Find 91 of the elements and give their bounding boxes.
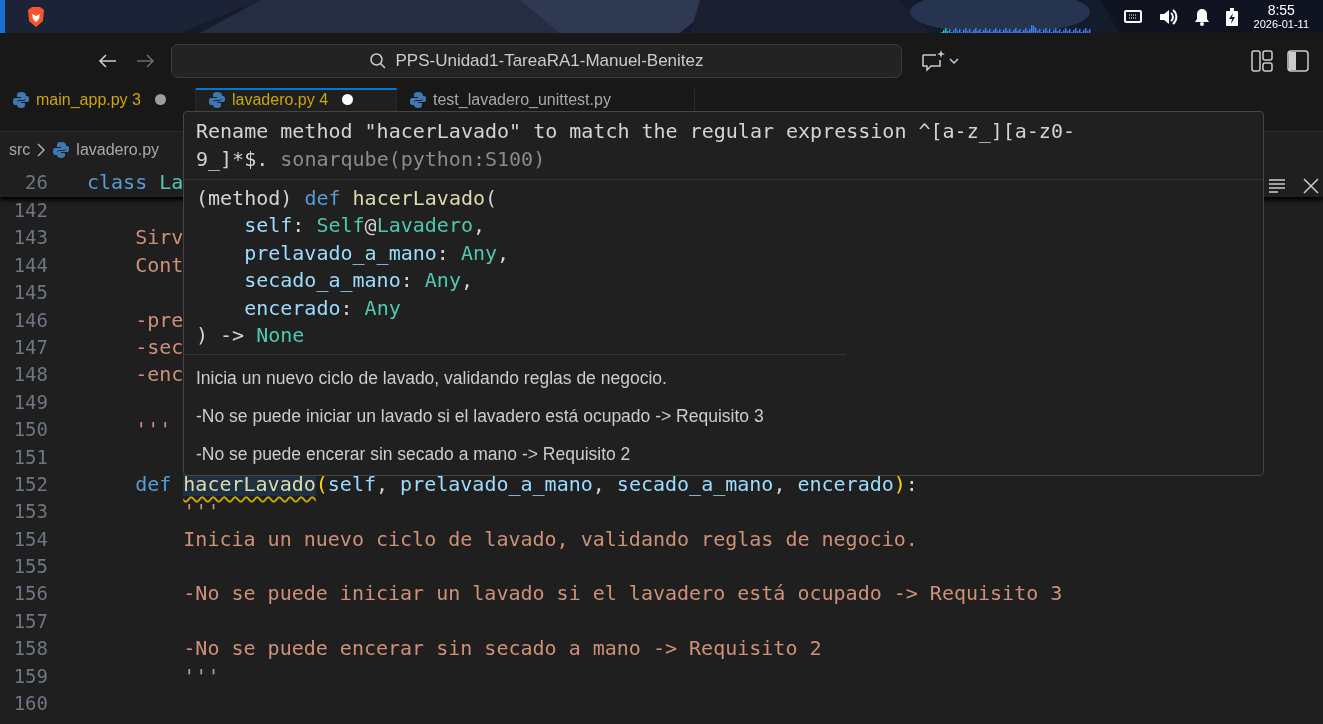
code-token: Any: [460, 239, 498, 267]
code-token: ,: [460, 267, 473, 295]
lion-logo[interactable]: [26, 5, 46, 28]
code-token: prelavado_a_mano: [400, 471, 593, 496]
code-token: (: [485, 185, 498, 212]
line-number: 159: [12, 663, 48, 689]
code-token: None: [256, 321, 305, 349]
code-token: self: [243, 212, 293, 240]
code-token: -sec: [134, 334, 184, 359]
volume-icon[interactable]: [1157, 7, 1178, 26]
close-icon[interactable]: [1301, 176, 1321, 196]
line-number: 158: [12, 636, 48, 662]
line-number: 144: [12, 252, 48, 278]
code-token: Any: [424, 267, 461, 295]
code-token: ,: [497, 239, 510, 267]
code-token: ,: [376, 471, 390, 496]
code-token: -No se puede iniciar un lavado si el lavadero está ocupado -> Requisito 3: [182, 581, 1063, 606]
code-token: ,: [773, 471, 787, 496]
search-icon: [369, 51, 388, 70]
doc-paragraph: -No se puede iniciar un lavado si el lavadero está ocupado -> Requisito 3: [196, 405, 765, 429]
search-field[interactable]: PPS-Unidad1-TareaRA1-Manuel-Benitez: [171, 43, 902, 78]
code-token: def: [304, 185, 342, 212]
code-token: hacerLavado: [352, 185, 485, 212]
file-icon: [52, 141, 71, 159]
code-token: La: [159, 169, 184, 194]
code-token: :: [905, 471, 918, 496]
line-number: 148: [12, 362, 48, 388]
notification-icon[interactable]: [1193, 7, 1210, 26]
code-token: ): [893, 471, 906, 496]
code-token: -enc: [134, 362, 184, 387]
clock-time[interactable]: 8:55: [1267, 3, 1295, 17]
line-number: 26: [24, 169, 48, 195]
code-token: self: [327, 471, 376, 496]
code-token: ''': [134, 417, 172, 442]
code-token: Inicia un nuevo ciclo de lavado, validando reglas de negocio.: [182, 526, 918, 551]
line-number: 150: [12, 417, 48, 443]
breadcrumb-item[interactable]: lavadero.py: [76, 138, 160, 162]
sidebar-toggle-icon[interactable]: [1287, 49, 1309, 72]
code-token: ,: [592, 471, 606, 496]
code-token: Any: [364, 294, 401, 322]
breadcrumb-item[interactable]: src: [9, 138, 31, 162]
code-token: :: [292, 212, 306, 240]
line-number: 155: [12, 554, 48, 580]
line-number: 160: [12, 691, 48, 717]
code-token: :: [400, 267, 414, 295]
doc-paragraph: -No se puede encerar sin secado a mano -> Requisito 2: [196, 443, 632, 467]
code-token: -pre: [134, 307, 184, 332]
lines-icon[interactable]: [1267, 176, 1287, 196]
line-number: 145: [12, 280, 48, 306]
file-icon: [208, 91, 226, 109]
code-token: encerado: [797, 471, 894, 496]
line-number: 142: [12, 198, 48, 223]
file-icon: [409, 91, 427, 109]
code-token: secado_a_mano: [616, 471, 774, 496]
chat-sparkle-icon[interactable]: [920, 48, 960, 73]
code-token: (: [315, 471, 328, 496]
code-token: Self: [316, 212, 365, 240]
code-token: encerado: [243, 294, 341, 322]
monitor-icon[interactable]: [1123, 8, 1142, 25]
code-token: prelavado_a_mano: [243, 239, 437, 267]
code-token: ,: [472, 212, 485, 240]
code-token: (method): [196, 185, 294, 212]
line-number: 146: [12, 307, 48, 333]
code-token: @: [364, 212, 377, 240]
code-token: ''': [182, 663, 220, 688]
line-number: 156: [12, 581, 48, 607]
line-number: 152: [12, 471, 48, 497]
code-token: :: [436, 239, 450, 267]
line-number: 149: [12, 389, 48, 415]
code-token: Lavadero: [376, 212, 473, 240]
code-token: secado_a_mano: [243, 267, 401, 295]
code-token: ''': [182, 499, 220, 524]
line-number: 147: [12, 334, 48, 360]
line-number: 143: [12, 225, 48, 251]
chevron-icon: [36, 142, 47, 158]
line-number: 154: [12, 526, 48, 552]
code-token: :: [340, 294, 354, 322]
code-token: Sirv: [134, 225, 184, 250]
back-arrow-icon[interactable]: [98, 51, 118, 70]
file-icon: [12, 91, 30, 109]
line-number: 153: [12, 499, 48, 525]
code-token: ) ->: [196, 321, 246, 349]
code-token: Cont: [134, 252, 184, 277]
code-token: class: [87, 169, 149, 194]
line-number: 151: [12, 444, 48, 470]
doc-paragraph: Inicia un nuevo ciclo de lavado, validando reglas de negocio.: [196, 367, 668, 391]
code-token: -No se puede encerar sin secado a mano -> Requisito 2: [182, 636, 822, 661]
clock-date[interactable]: 2026-01-11: [1253, 19, 1309, 30]
code-token: def: [134, 471, 173, 496]
layout-icon[interactable]: [1251, 49, 1273, 72]
line-number: 157: [12, 608, 48, 634]
